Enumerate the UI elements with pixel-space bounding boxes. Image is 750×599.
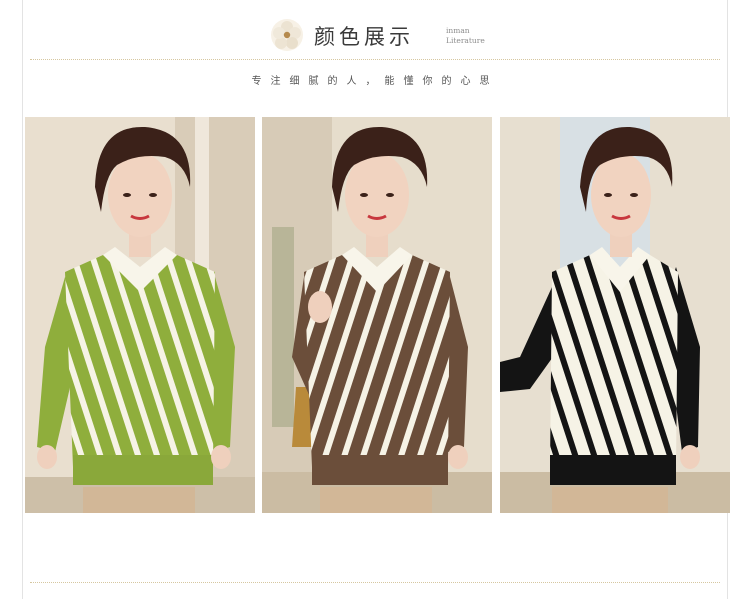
tagline: 专注细腻的人，能懂你的心思	[251, 76, 499, 87]
brand-subtitle-line2: Literature	[446, 36, 485, 45]
brand-subtitle: inman Literature	[446, 26, 485, 46]
section-title: 颜色展示	[314, 25, 414, 49]
color-photo-black	[500, 117, 730, 513]
color-photo-brown	[262, 117, 492, 513]
cotton-flower-icon	[271, 19, 303, 51]
section-header: 颜色展示 inman Literature	[0, 14, 750, 54]
left-frame-line	[22, 0, 23, 599]
bottom-divider	[30, 582, 720, 583]
brand-subtitle-line1: inman	[446, 26, 470, 35]
color-photo-green	[25, 117, 255, 513]
top-divider	[30, 59, 720, 60]
